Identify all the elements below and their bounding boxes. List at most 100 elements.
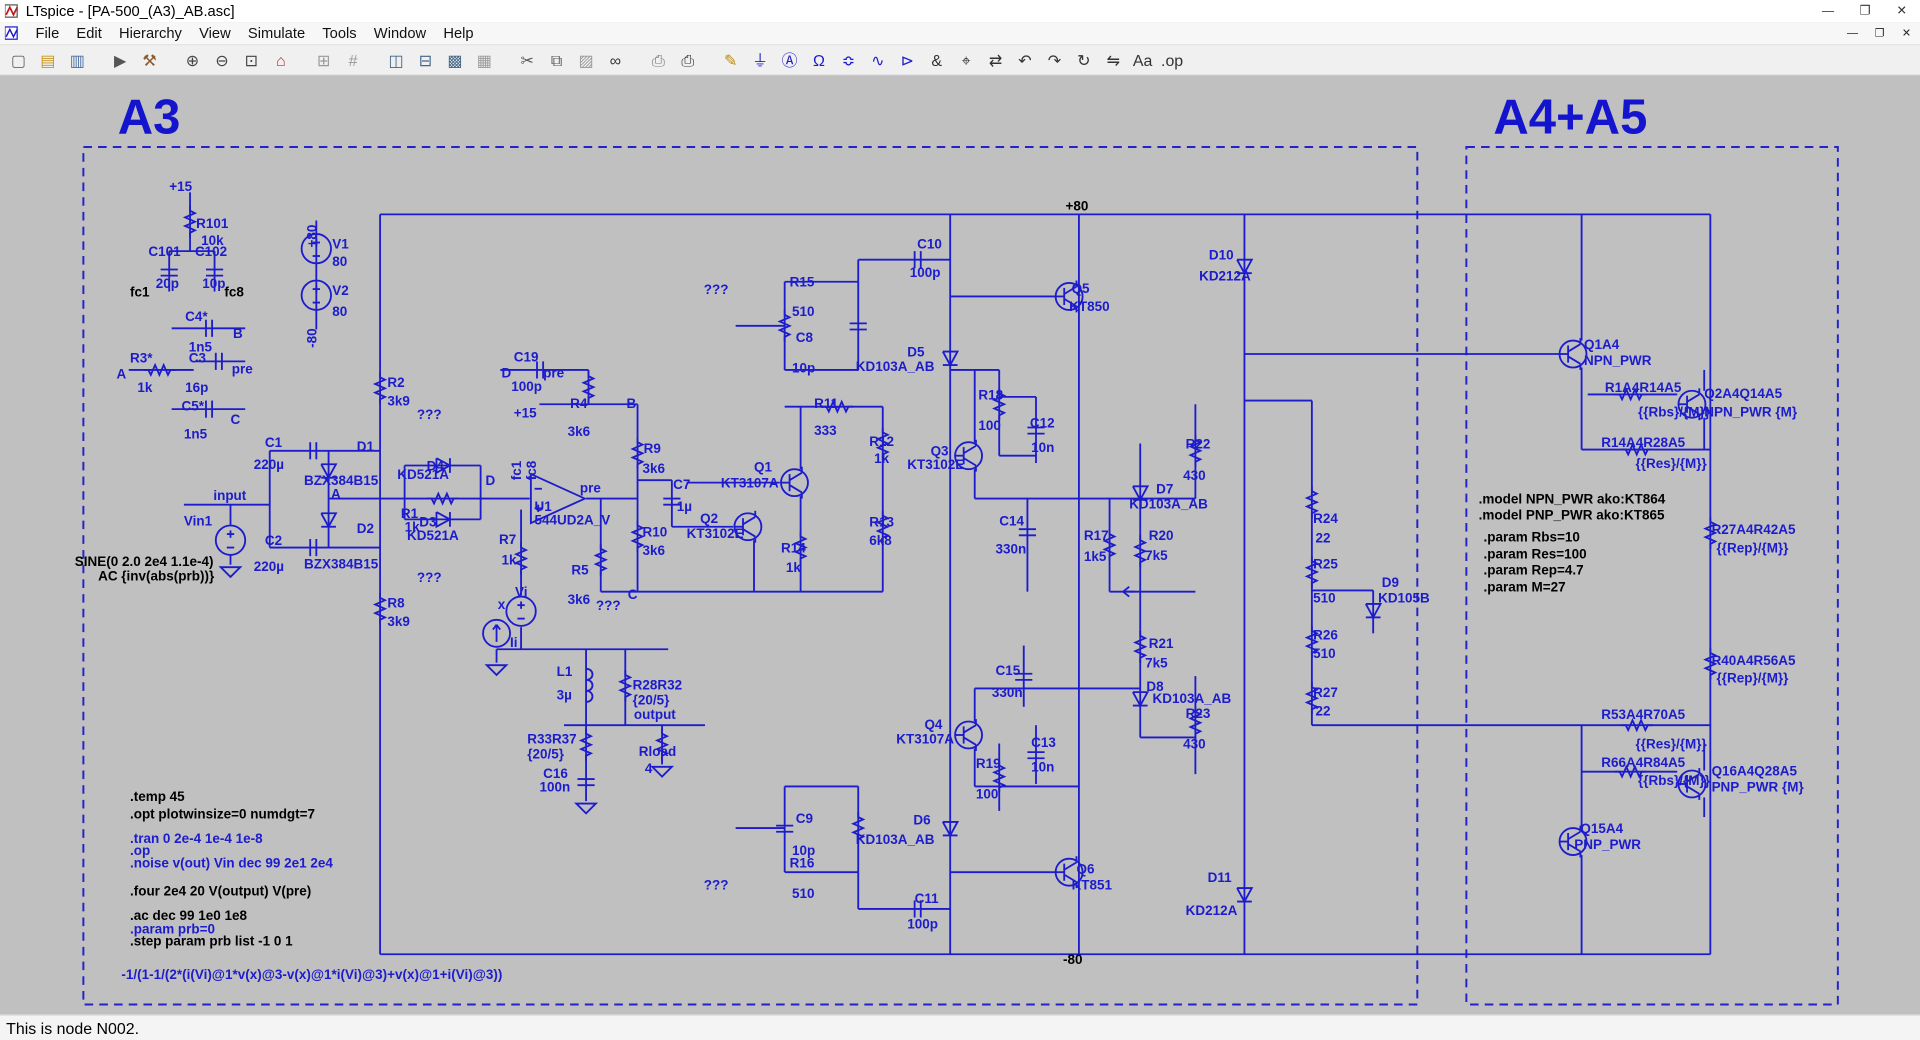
schematic-label[interactable]: ??? [704, 879, 729, 893]
schematic-label[interactable]: KT3102E [907, 459, 964, 472]
schematic-label[interactable]: 80 [332, 306, 347, 319]
schematic-label[interactable]: -80 [305, 328, 320, 347]
menu-view[interactable]: View [191, 22, 240, 44]
schematic-label[interactable]: KD521A [407, 530, 459, 543]
schematic-label[interactable]: BZX384B15 [304, 475, 378, 488]
schematic-label[interactable]: SINE(0 2.0 2e4 1.1e-4) [75, 556, 214, 569]
inductor-button[interactable]: ∿ [863, 46, 892, 74]
menu-hierarchy[interactable]: Hierarchy [110, 22, 190, 44]
schematic-label[interactable]: R53A4R70A5 [1601, 709, 1685, 722]
schematic-label[interactable]: +80 [1065, 200, 1088, 214]
schematic-label[interactable]: 3k6 [568, 593, 591, 607]
schematic-label[interactable]: KT851 [1072, 879, 1112, 893]
schematic-label[interactable]: C19 [514, 351, 539, 365]
schematic-label[interactable]: C15 [996, 665, 1021, 678]
schematic-label[interactable]: pre [580, 482, 601, 496]
schematic-label[interactable]: R20 [1149, 530, 1174, 543]
diode-button[interactable]: ⊳ [893, 46, 922, 74]
schematic-label[interactable]: L1 [557, 666, 573, 679]
ground-symbol[interactable] [218, 566, 243, 579]
drag-button[interactable]: ⇄ [981, 46, 1010, 74]
transistor-symbol[interactable] [1567, 355, 1581, 365]
transistor-symbol[interactable] [1686, 393, 1700, 403]
schematic-label[interactable]: D [501, 367, 511, 380]
schematic-label[interactable]: output [634, 709, 676, 722]
control-panel-button[interactable]: ⚒ [135, 46, 164, 74]
schematic-label[interactable]: Q1A4 [1584, 339, 1619, 352]
menu-simulate[interactable]: Simulate [239, 22, 313, 44]
schematic-label[interactable]: C12 [1030, 417, 1055, 431]
schematic-canvas[interactable]: A3 A4+A5 +15 R101 10k C101 20p C102 10p fc1 fc8 +8… [0, 75, 1920, 1015]
schematic-label[interactable]: ??? [417, 409, 442, 422]
zoom-in-button[interactable]: ⊕ [178, 46, 207, 74]
transistor-symbol[interactable] [1063, 861, 1077, 871]
spice-directive-button[interactable]: .op [1157, 46, 1186, 74]
schematic-label[interactable]: 3k6 [642, 544, 665, 558]
schematic-label[interactable]: 510 [1313, 647, 1336, 661]
schematic-label[interactable]: KT3107A [896, 733, 954, 747]
schematic-label[interactable]: 22 [1316, 705, 1331, 719]
redo-button[interactable]: ↷ [1040, 46, 1069, 74]
schematic-label[interactable]: NPN_PWR [1584, 355, 1651, 368]
schematic-label[interactable]: Q2 [700, 513, 718, 526]
schematic-label[interactable]: R21 [1149, 638, 1174, 651]
schematic-label[interactable]: pre [232, 363, 253, 377]
schematic-label[interactable]: R66A4R84A5 [1601, 756, 1685, 770]
zoom-out-button[interactable]: ⊖ [207, 46, 236, 74]
schematic-label[interactable]: R26 [1313, 629, 1338, 643]
transistor-symbol[interactable] [789, 472, 803, 481]
schematic-label[interactable]: {{Rbs}/{M}} [1638, 775, 1710, 788]
schematic-label[interactable]: 22 [1316, 532, 1331, 546]
schematic-label[interactable]: 100p [907, 918, 938, 932]
schematic-label[interactable]: R14A4R28A5 [1601, 437, 1685, 450]
schematic-label[interactable]: R7 [499, 533, 516, 547]
schematic-label[interactable]: R28R32 [633, 679, 682, 693]
schematic-label[interactable]: R40A4R56A5 [1712, 655, 1796, 668]
open-file-button[interactable]: ▤ [33, 46, 62, 74]
schematic-label[interactable]: {{Rbs}/{M}} [1638, 406, 1710, 420]
schematic-label[interactable]: R11 [814, 398, 838, 411]
schematic-label[interactable]: R27A4R42A5 [1712, 524, 1796, 537]
schematic-label[interactable]: D5 [907, 346, 924, 360]
schematic-label[interactable]: 430 [1183, 470, 1206, 483]
schematic-label[interactable]: R33R37 [527, 733, 576, 747]
schematic-label[interactable]: KD103A_AB [1129, 498, 1208, 512]
schematic-label[interactable]: 3k9 [387, 616, 410, 629]
schematic-label[interactable]: -80 [1063, 954, 1083, 967]
schematic-label[interactable]: ??? [596, 600, 621, 613]
net-label-button[interactable]: Ⓐ [775, 46, 804, 74]
schematic-label[interactable]: +15 [514, 407, 537, 421]
transistor-symbol[interactable] [1567, 343, 1581, 353]
schematic-label[interactable]: R19 [976, 758, 1001, 771]
schematic-label[interactable]: 3µ [557, 689, 572, 703]
schematic-label[interactable]: KT850 [1069, 301, 1109, 314]
menu-window[interactable]: Window [365, 22, 435, 44]
schematic-label[interactable]: C101 [148, 246, 180, 259]
schematic-label[interactable]: {{Res}/{M}} [1636, 458, 1707, 471]
schematic-label[interactable]: R15 [790, 276, 815, 290]
schematic-label[interactable]: 220µ [254, 459, 284, 472]
transistor-symbol[interactable] [963, 445, 977, 455]
menu-help[interactable]: Help [435, 22, 482, 44]
wire-pencil-button[interactable]: ✎ [716, 46, 745, 74]
schematic-label[interactable]: 20p [156, 277, 179, 291]
schematic-label[interactable]: 1k [874, 453, 889, 466]
find-button[interactable]: ∞ [601, 46, 630, 74]
schematic-label[interactable]: PNP_PWR [1574, 838, 1641, 852]
ground-symbol[interactable] [484, 664, 509, 677]
schematic-label[interactable]: C [628, 589, 638, 602]
rotate-button[interactable]: ↻ [1069, 46, 1098, 74]
save-button[interactable]: ▥ [63, 46, 92, 74]
move-button[interactable]: ⌖ [951, 46, 980, 74]
schematic-label[interactable]: C102 [195, 246, 227, 259]
cut-button[interactable]: ✂ [512, 46, 541, 74]
tile-vertically-button[interactable]: ◫ [381, 46, 410, 74]
grid-toggle-button[interactable]: ⊞ [309, 46, 338, 74]
text-button[interactable]: Aa [1128, 46, 1157, 74]
schematic-label[interactable]: C14 [999, 515, 1024, 529]
schematic-label[interactable]: 100p [910, 266, 941, 280]
schematic-label[interactable]: {{Rep}/{M}} [1716, 672, 1788, 686]
schematic-label[interactable]: .param Rep=4.7 [1484, 564, 1584, 578]
schematic-label[interactable]: A [116, 368, 126, 382]
snap-toggle-button[interactable]: # [338, 46, 367, 74]
